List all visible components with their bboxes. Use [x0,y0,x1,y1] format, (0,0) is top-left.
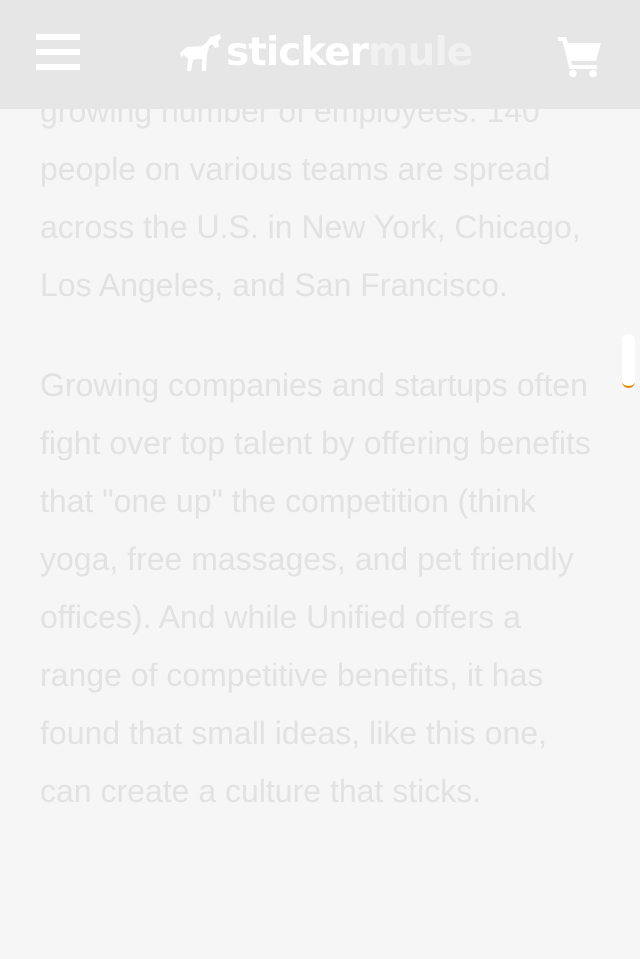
shopping-cart-icon[interactable] [556,34,604,78]
article-paragraph: Growing companies and startups often fig… [40,367,591,809]
article-body: growing number of employees. 140 people … [40,82,600,862]
scrollbar-thumb[interactable] [622,334,635,388]
page: growing number of employees. 140 people … [0,0,640,959]
stickermule-logo[interactable]: stickermule [178,28,473,78]
hamburger-menu-icon[interactable] [36,32,82,74]
mule-logo-icon [180,34,221,71]
logo-text-sticker: sticker [226,30,369,75]
logo-text-mule: mule [367,30,473,75]
article-paragraph: growing number of employees. 140 people … [40,93,581,303]
top-navigation-bar: stickermule [0,0,640,109]
